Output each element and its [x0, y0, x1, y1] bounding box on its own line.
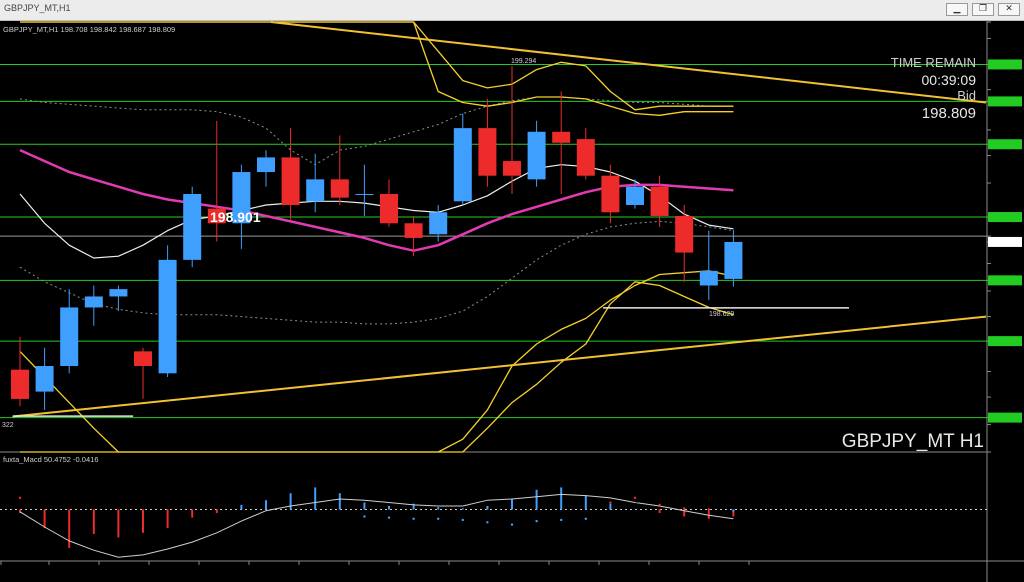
candle-body [576, 139, 595, 176]
macd-signal-dot [18, 496, 22, 500]
candle-body [626, 186, 644, 205]
candle-body [675, 215, 694, 253]
symbol-watermark: GBPJPY_MT H1 [842, 431, 984, 452]
price-chart-canvas[interactable]: GBPJPY_MT,H1 198.708 198.842 198.687 198… [0, 20, 1024, 582]
candle-body [134, 351, 152, 366]
candle-body [281, 157, 300, 205]
level-price-tag [988, 59, 1022, 70]
trading-terminal-window: GBPJPY_MT,H1 ▁ ❐ ✕ GBPJPY_MT,H1 198.708 … [0, 0, 1024, 582]
macd-signal-dot [486, 521, 489, 524]
candle-body [257, 157, 275, 173]
candle-body [84, 296, 103, 308]
restore-button[interactable]: ❐ [972, 3, 994, 16]
candle-body [60, 307, 79, 366]
left-low-label: 322 [2, 422, 14, 429]
level-price-tag [988, 212, 1022, 223]
macd-signal-dot [707, 508, 710, 511]
macd-signal-dot [461, 518, 464, 522]
level-price-tag [988, 412, 1022, 423]
upper-yellow-band-line [20, 21, 734, 111]
time-remain-label: TIME REMAIN [891, 55, 976, 70]
time-remain-value: 00:39:09 [922, 72, 977, 88]
candle-body [404, 223, 423, 238]
candle-body [724, 241, 743, 279]
pivot-price-label: 198.901 [210, 209, 261, 225]
bid-value: 198.809 [922, 105, 976, 122]
macd-signal-dot [560, 518, 563, 522]
macd-signal-dot [633, 496, 637, 500]
candle-body [453, 128, 472, 202]
candle-body [699, 270, 718, 286]
candle-body [183, 194, 202, 260]
high-marker-label: 199.294 [511, 58, 536, 65]
white-moving-average-line [19, 164, 734, 259]
low-marker-label: 198.629 [709, 311, 734, 318]
macd-signal-dot [412, 517, 415, 521]
macd-signal-dot [732, 509, 735, 512]
bid-label: Bid [957, 88, 976, 103]
minimize-button[interactable]: ▁ [946, 3, 968, 16]
candle-body [650, 186, 669, 216]
candle-body [478, 128, 497, 176]
candle-body [380, 194, 398, 224]
macd-signal-dot [584, 517, 587, 521]
candle-body [601, 175, 620, 213]
bid-price-tag [988, 236, 1022, 247]
candle-body [109, 289, 128, 297]
macd-signal-dot [683, 507, 686, 510]
candle-body [429, 212, 448, 235]
macd-title: fuxta_Macd 50.4752 -0.0416 [3, 455, 99, 464]
candle-body [35, 366, 54, 392]
window-title: GBPJPY_MT,H1 [4, 3, 71, 13]
candle-body [330, 179, 349, 198]
level-price-tag [988, 275, 1022, 286]
lower-yellow-band-line [19, 270, 734, 453]
macd-signal-dot [387, 516, 391, 519]
close-button[interactable]: ✕ [998, 3, 1020, 16]
candle-body [355, 194, 374, 195]
macd-signal-dot [658, 503, 661, 507]
macd-signal-dot [437, 517, 440, 521]
candle-body [503, 161, 521, 176]
window-titlebar: GBPJPY_MT,H1 ▁ ❐ ✕ [0, 0, 1024, 21]
level-price-tag [988, 139, 1022, 150]
candle-body [11, 369, 29, 399]
candle-body [527, 131, 546, 180]
level-price-tag [988, 96, 1022, 107]
macd-signal-dot [609, 501, 612, 504]
macd-signal-dot [535, 519, 538, 523]
macd-signal-dot [510, 523, 514, 526]
candle-body [552, 131, 571, 143]
chart-info-line: GBPJPY_MT,H1 198.708 198.842 198.687 198… [3, 25, 175, 34]
macd-signal-line [19, 493, 734, 558]
macd-signal-dot [363, 515, 366, 518]
candle-body [306, 179, 325, 202]
trendline [270, 21, 987, 104]
upper-envelope-dotted-line [19, 96, 734, 166]
candle-body [158, 259, 177, 374]
level-price-tag [988, 336, 1022, 347]
